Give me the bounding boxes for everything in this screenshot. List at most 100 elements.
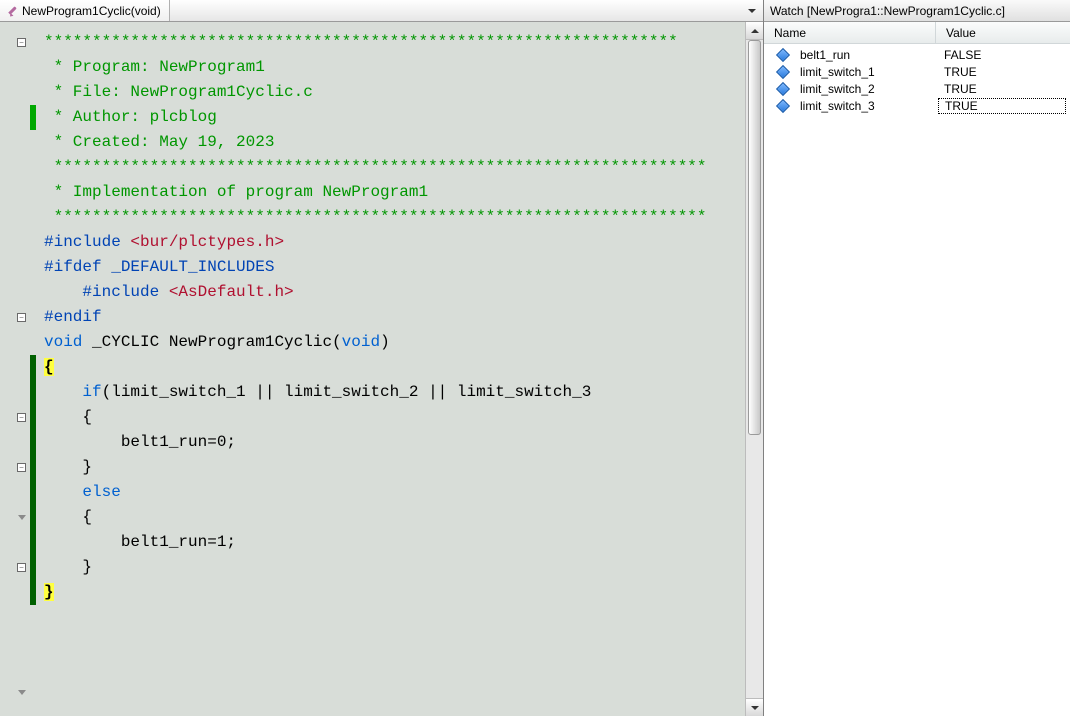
code-line[interactable]: * Implementation of program NewProgram1 <box>30 180 745 205</box>
fold-toggle[interactable]: − <box>17 38 26 47</box>
editor-tab-label: NewProgram1Cyclic(void) <box>22 4 161 18</box>
editor-scrollbar[interactable] <box>745 22 763 716</box>
code-line[interactable]: ****************************************… <box>30 30 745 55</box>
code-segment: void <box>342 333 380 351</box>
chevron-up-icon <box>751 29 759 33</box>
code-line[interactable]: #endif <box>30 305 745 330</box>
code-segment: { <box>44 508 92 526</box>
editor-tab[interactable]: NewProgram1Cyclic(void) <box>0 0 170 21</box>
code-segment: #include <box>82 283 168 301</box>
gutter-row: − <box>0 30 30 55</box>
gutter-row <box>0 580 30 605</box>
watch-var-name: limit_switch_1 <box>800 65 938 79</box>
watch-var-value[interactable]: TRUE <box>938 98 1066 114</box>
code-line[interactable]: } <box>30 580 745 605</box>
code-line[interactable]: #include <bur/plctypes.h> <box>30 230 745 255</box>
code-segment: if <box>82 383 101 401</box>
watch-row[interactable]: limit_switch_1TRUE <box>764 63 1070 80</box>
code-segment: * Author: plcblog <box>44 108 217 126</box>
gutter-row: − <box>0 555 30 580</box>
watch-var-name: limit_switch_3 <box>800 99 938 113</box>
code-segment: <AsDefault.h> <box>169 283 294 301</box>
code-segment: _CYCLIC NewProgram1Cyclic( <box>92 333 342 351</box>
code-segment: ****************************************… <box>44 33 678 51</box>
code-line[interactable]: else <box>30 480 745 505</box>
change-marker <box>30 380 36 405</box>
editor-gutter: − − − − − <box>0 22 30 716</box>
change-marker <box>30 505 36 530</box>
editor-tabbar: NewProgram1Cyclic(void) <box>0 0 763 22</box>
gutter-row: − <box>0 405 30 430</box>
code-line[interactable]: if(limit_switch_1 || limit_switch_2 || l… <box>30 380 745 405</box>
scroll-up-button[interactable] <box>746 22 763 40</box>
code-line[interactable]: ****************************************… <box>30 155 745 180</box>
fold-toggle[interactable]: − <box>17 463 26 472</box>
code-segment: void <box>44 333 92 351</box>
code-segment: belt1_run=1; <box>44 533 236 551</box>
code-segment: <bur/plctypes.h> <box>130 233 284 251</box>
scroll-thumb[interactable] <box>748 40 761 435</box>
gutter-row <box>0 605 30 630</box>
gutter-row <box>0 530 30 555</box>
watch-header-name[interactable]: Name <box>764 22 936 43</box>
gutter-row <box>0 155 30 180</box>
tab-dropdown-button[interactable] <box>743 2 761 20</box>
editor-body: − − − − − **********************************… <box>0 22 763 716</box>
watch-row[interactable]: limit_switch_2TRUE <box>764 80 1070 97</box>
code-line[interactable]: } <box>30 455 745 480</box>
watch-title: Watch [NewProgra1::NewProgram1Cyclic.c] <box>764 0 1070 22</box>
code-segment: * Created: May 19, 2023 <box>44 133 274 151</box>
gutter-row <box>0 280 30 305</box>
code-line[interactable]: { <box>30 355 745 380</box>
code-segment: * Program: NewProgram1 <box>44 58 265 76</box>
scroll-down-button[interactable] <box>746 698 763 716</box>
code-segment: ****************************************… <box>44 208 707 226</box>
code-segment: else <box>82 483 120 501</box>
gutter-row <box>0 630 30 655</box>
code-line[interactable]: #ifdef _DEFAULT_INCLUDES <box>30 255 745 280</box>
code-line[interactable]: belt1_run=1; <box>30 530 745 555</box>
code-line[interactable]: { <box>30 405 745 430</box>
bookmark-arrow-icon <box>18 690 26 695</box>
code-line[interactable]: * File: NewProgram1Cyclic.c <box>30 80 745 105</box>
watch-var-value[interactable]: FALSE <box>938 48 1070 62</box>
fold-toggle[interactable]: − <box>17 413 26 422</box>
gutter-row <box>0 380 30 405</box>
gutter-row <box>0 80 30 105</box>
variable-icon <box>776 47 790 61</box>
watch-row[interactable]: limit_switch_3TRUE <box>764 97 1070 114</box>
code-line[interactable]: * Program: NewProgram1 <box>30 55 745 80</box>
code-segment: * File: NewProgram1Cyclic.c <box>44 83 313 101</box>
fold-toggle[interactable]: − <box>17 563 26 572</box>
change-marker <box>30 555 36 580</box>
gutter-row <box>0 205 30 230</box>
code-segment: #include <box>44 233 130 251</box>
watch-header-value[interactable]: Value <box>936 22 1070 43</box>
code-line[interactable]: #include <AsDefault.h> <box>30 280 745 305</box>
code-area[interactable]: ****************************************… <box>30 22 745 716</box>
code-line[interactable]: belt1_run=0; <box>30 430 745 455</box>
code-segment: } <box>44 458 92 476</box>
fold-toggle[interactable]: − <box>17 313 26 322</box>
code-segment: } <box>44 558 92 576</box>
scroll-track[interactable] <box>746 40 763 698</box>
variable-icon <box>776 98 790 112</box>
gutter-row <box>0 430 30 455</box>
code-line[interactable]: void _CYCLIC NewProgram1Cyclic(void) <box>30 330 745 355</box>
gutter-row <box>0 355 30 380</box>
code-line[interactable]: ****************************************… <box>30 205 745 230</box>
code-line[interactable]: * Author: plcblog <box>30 105 745 130</box>
change-marker <box>30 405 36 430</box>
code-line[interactable]: * Created: May 19, 2023 <box>30 130 745 155</box>
code-segment: #endif <box>44 308 102 326</box>
code-segment <box>44 483 82 501</box>
code-segment <box>44 283 82 301</box>
gutter-row <box>0 680 30 705</box>
watch-var-value[interactable]: TRUE <box>938 65 1070 79</box>
code-line[interactable]: { <box>30 505 745 530</box>
bookmark-arrow-icon <box>18 515 26 520</box>
code-line[interactable]: } <box>30 555 745 580</box>
watch-var-value[interactable]: TRUE <box>938 82 1070 96</box>
gutter-row <box>0 480 30 505</box>
watch-row[interactable]: belt1_runFALSE <box>764 46 1070 63</box>
